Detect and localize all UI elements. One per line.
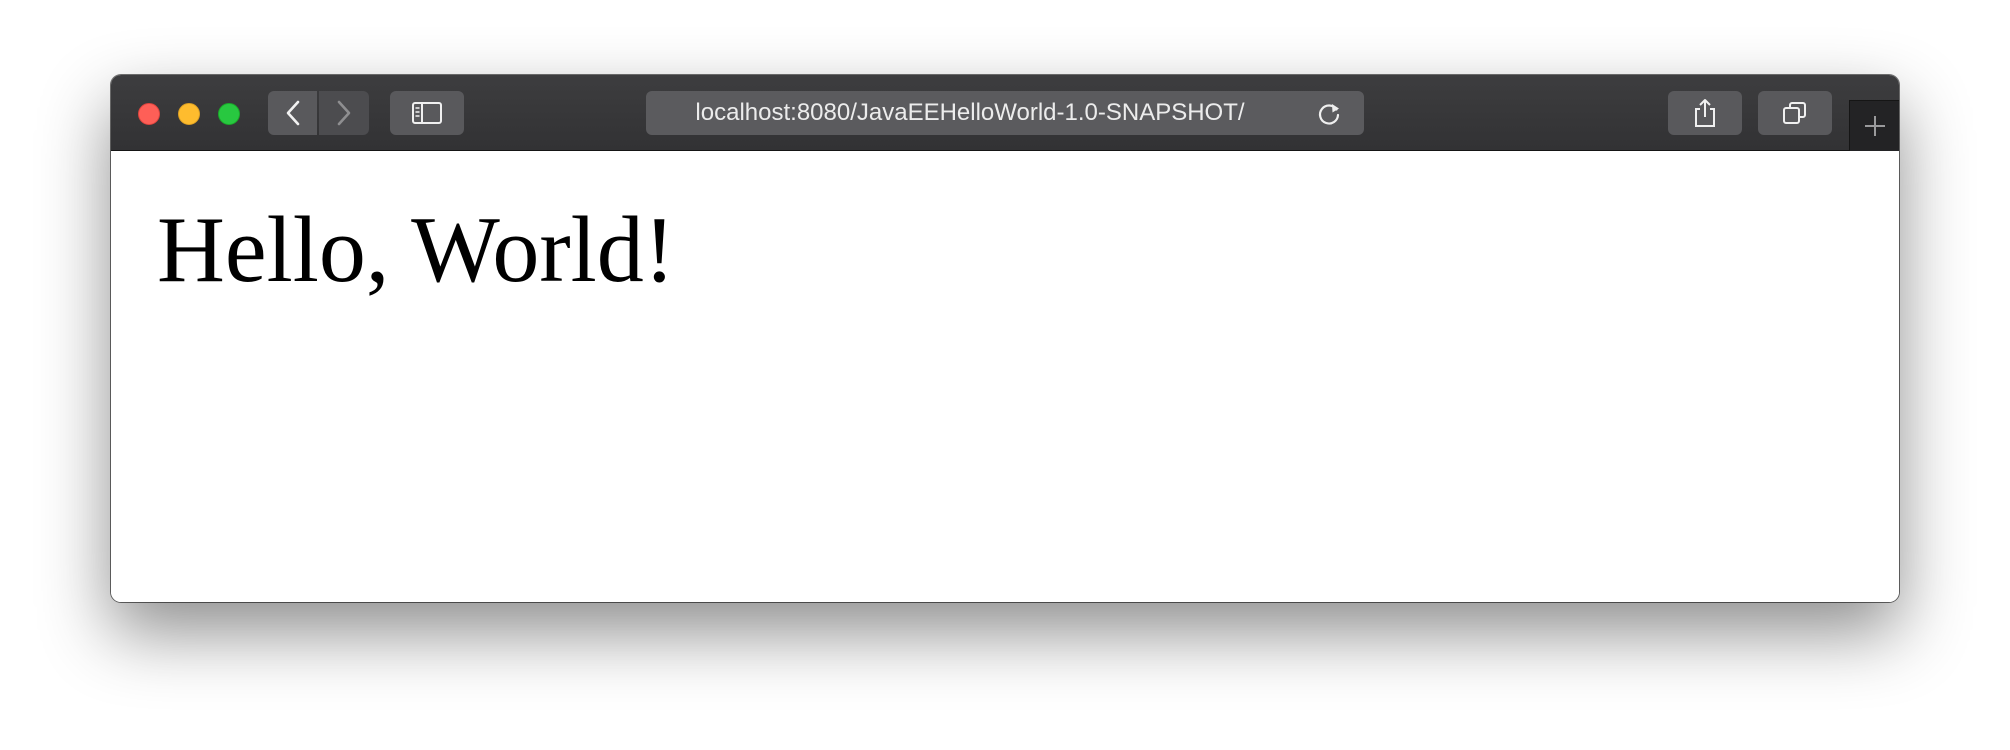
plus-icon xyxy=(1864,116,1885,136)
tabs-overview-icon xyxy=(1783,102,1806,124)
browser-window: localhost:8080/JavaEEHelloWorld-1.0-SNAP… xyxy=(111,75,1899,602)
browser-toolbar: localhost:8080/JavaEEHelloWorld-1.0-SNAP… xyxy=(111,75,1899,151)
tab-overview-button[interactable] xyxy=(1758,91,1832,135)
share-button[interactable] xyxy=(1668,91,1742,135)
close-window-button[interactable] xyxy=(138,103,160,125)
reload-icon[interactable] xyxy=(1316,101,1342,127)
address-bar[interactable]: localhost:8080/JavaEEHelloWorld-1.0-SNAP… xyxy=(646,91,1364,135)
maximize-window-button[interactable] xyxy=(218,103,240,125)
page-heading: Hello, World! xyxy=(157,198,676,302)
page-content: Hello, World! xyxy=(111,151,1899,602)
minimize-window-button[interactable] xyxy=(178,103,200,125)
chevron-right-icon xyxy=(337,100,351,126)
chevron-left-icon xyxy=(286,100,299,126)
url-text[interactable]: localhost:8080/JavaEEHelloWorld-1.0-SNAP… xyxy=(646,91,1294,135)
sidebar-icon xyxy=(412,102,442,124)
forward-button[interactable] xyxy=(319,91,369,135)
share-icon xyxy=(1695,99,1715,127)
new-tab-button[interactable] xyxy=(1849,100,1899,151)
back-button[interactable] xyxy=(268,91,317,135)
sidebar-toggle-button[interactable] xyxy=(390,91,464,135)
